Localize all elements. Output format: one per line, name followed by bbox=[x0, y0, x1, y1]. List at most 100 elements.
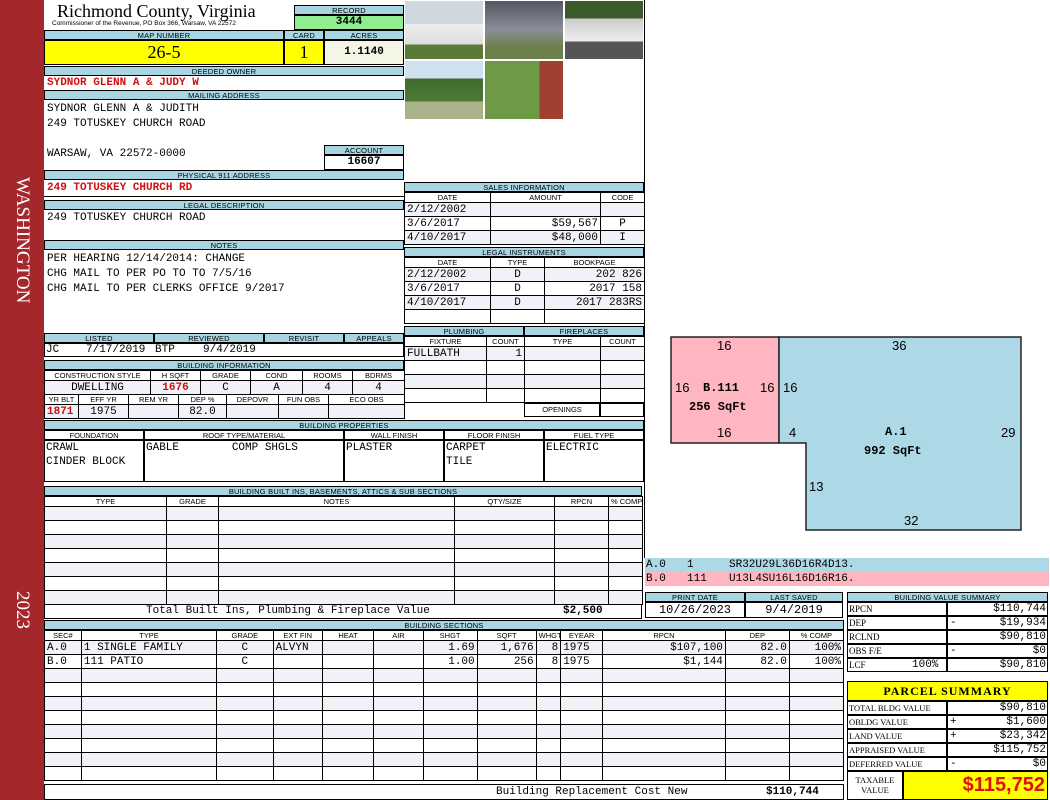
taxable-value: $115,752 bbox=[903, 771, 1048, 800]
sketch-dim: 36 bbox=[892, 338, 907, 353]
column-header: % COMP bbox=[788, 630, 845, 641]
print-date: 10/26/2023 bbox=[645, 602, 745, 618]
code-type: 111 bbox=[687, 573, 707, 585]
value-summary-title: BUILDING VALUE SUMMARY bbox=[847, 592, 1048, 602]
building-sketch bbox=[670, 336, 1022, 531]
column-header: SQFT bbox=[476, 630, 537, 641]
table-cell bbox=[216, 752, 274, 767]
sketch-dim: 16 bbox=[717, 338, 732, 353]
table-row bbox=[44, 576, 643, 591]
table-cell bbox=[788, 668, 845, 683]
parcel-row-value: $1,600 bbox=[1006, 716, 1046, 728]
table-cell bbox=[601, 766, 726, 781]
side-year: 2023 bbox=[12, 591, 33, 629]
column-header: RPCN bbox=[601, 630, 726, 641]
taxable-label: TAXABLE VALUE bbox=[847, 771, 903, 800]
table-cell: 82.0 bbox=[724, 654, 790, 669]
table-cell: 1.69 bbox=[422, 640, 478, 655]
table-cell bbox=[476, 766, 537, 781]
table-cell bbox=[80, 766, 218, 781]
table-cell bbox=[218, 576, 455, 591]
table-cell bbox=[216, 710, 274, 725]
table-cell bbox=[560, 710, 603, 725]
table-cell bbox=[724, 766, 790, 781]
parcel-row-value: $23,342 bbox=[999, 730, 1046, 742]
value-summary-value: $90,810 bbox=[999, 631, 1046, 643]
table-cell bbox=[373, 724, 424, 739]
table-cell: 1.00 bbox=[422, 654, 478, 669]
code-path: SR32U29L36D16R4D13. bbox=[729, 559, 855, 571]
table-cell bbox=[216, 668, 274, 683]
table-cell: 82.0 bbox=[724, 640, 790, 655]
table-cell bbox=[80, 710, 218, 725]
table-cell bbox=[535, 710, 562, 725]
column-header: WHGT bbox=[535, 630, 562, 641]
table-cell bbox=[321, 668, 375, 683]
table-cell bbox=[535, 696, 562, 711]
value-summary-label: RCLND bbox=[849, 632, 880, 642]
value-summary-value: $0 bbox=[1032, 645, 1046, 657]
table-cell: 100% bbox=[788, 640, 845, 655]
sketch-dim: 16 bbox=[717, 425, 732, 440]
table-cell bbox=[321, 654, 375, 669]
parcel-row-sign: + bbox=[950, 730, 957, 742]
table-cell bbox=[608, 576, 643, 591]
column-header: SHGT bbox=[422, 630, 478, 641]
table-cell: 111 PATIO bbox=[80, 654, 218, 669]
parcel-row-label: DEFERRED VALUE bbox=[849, 759, 923, 769]
built-ins-total-value: $2,500 bbox=[563, 605, 603, 617]
table-row: SEC# TYPE GRADE EXT FIN HEAT AIR SHGT SQFT WHGT E… bbox=[44, 630, 845, 641]
table-row bbox=[44, 766, 845, 781]
parcel-row-label: APPRAISED VALUE bbox=[849, 745, 925, 755]
sketch-area-b: 256 SqFt bbox=[689, 400, 747, 414]
table-cell bbox=[554, 576, 609, 591]
table-row bbox=[44, 668, 845, 683]
table-cell bbox=[321, 682, 375, 697]
table-cell bbox=[788, 696, 845, 711]
table-cell bbox=[80, 682, 218, 697]
table-cell: 1975 bbox=[560, 654, 603, 669]
code-type: 1 bbox=[687, 559, 694, 571]
parcel-summary-title: PARCEL SUMMARY bbox=[847, 681, 1048, 701]
table-cell: B.0 bbox=[44, 654, 82, 669]
code-path: U13L4SU16L16D16R16. bbox=[729, 573, 855, 585]
table-cell bbox=[272, 682, 323, 697]
column-header: GRADE bbox=[216, 630, 274, 641]
table-cell bbox=[373, 654, 424, 669]
table-cell bbox=[44, 710, 82, 725]
table-cell bbox=[788, 710, 845, 725]
table-cell bbox=[218, 562, 455, 577]
parcel-row-label: TOTAL BLDG VALUE bbox=[849, 703, 931, 713]
table-cell bbox=[272, 696, 323, 711]
table-cell bbox=[216, 696, 274, 711]
table-row bbox=[44, 682, 845, 697]
table-cell bbox=[535, 752, 562, 767]
built-ins-total-label: Total Built Ins, Plumbing & Fireplace Va… bbox=[146, 605, 430, 617]
table-cell bbox=[80, 696, 218, 711]
value-summary-label: OBS F/E bbox=[849, 646, 882, 656]
table-cell: 8 bbox=[535, 654, 562, 669]
table-cell bbox=[608, 562, 643, 577]
table-cell: 1,676 bbox=[476, 640, 537, 655]
replacement-value: $110,744 bbox=[766, 786, 819, 798]
last-saved-label: LAST SAVED bbox=[745, 592, 843, 602]
table-cell bbox=[601, 752, 726, 767]
table-cell bbox=[476, 682, 537, 697]
table-cell: 256 bbox=[476, 654, 537, 669]
table-row bbox=[44, 738, 845, 753]
table-cell bbox=[601, 738, 726, 753]
table-cell bbox=[724, 724, 790, 739]
table-cell bbox=[422, 696, 478, 711]
table-cell bbox=[80, 738, 218, 753]
table-cell bbox=[373, 668, 424, 683]
value-summary-label: DEP bbox=[849, 618, 867, 628]
value-summary-pct: 100% bbox=[912, 659, 939, 671]
table-cell: 8 bbox=[535, 640, 562, 655]
table-cell: $107,100 bbox=[601, 640, 726, 655]
table-cell bbox=[373, 682, 424, 697]
parcel-row-label: OBLDG VALUE bbox=[849, 717, 908, 727]
last-saved-date: 9/4/2019 bbox=[745, 602, 843, 618]
replacement-row bbox=[44, 784, 844, 800]
table-cell bbox=[272, 752, 323, 767]
table-cell bbox=[44, 682, 82, 697]
